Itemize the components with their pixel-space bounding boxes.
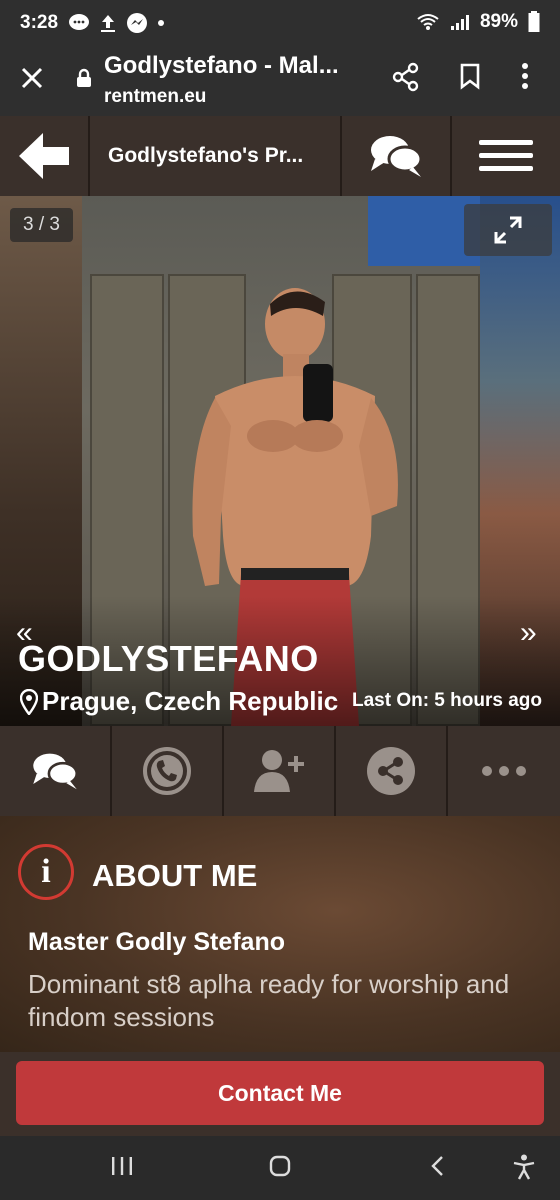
location-text: Prague, Czech Republic [42, 686, 339, 716]
last-online: Last On: 5 hours ago [351, 690, 542, 711]
upload-icon [101, 15, 115, 32]
hamburger-menu-button[interactable] [452, 116, 560, 196]
about-heading: ABOUT ME [92, 858, 258, 893]
messages-icon [69, 14, 89, 30]
add-friend-action-button[interactable] [224, 726, 336, 816]
close-icon [21, 67, 43, 89]
recent-apps-icon [112, 1157, 132, 1175]
photo-counter: 3 / 3 [10, 208, 73, 242]
more-notifications-dot [158, 20, 164, 26]
share-action-button[interactable] [336, 726, 448, 816]
browser-page-title[interactable]: Godlystefano - Mal... [104, 52, 356, 80]
messenger-icon [127, 13, 147, 33]
messages-button[interactable] [342, 116, 452, 196]
back-nav-button[interactable] [426, 1154, 450, 1183]
map-pin-icon [20, 688, 38, 715]
next-photo-button[interactable]: » [520, 616, 537, 650]
about-me-section: i ABOUT ME Master Godly Stefano Dominant… [0, 816, 560, 1052]
contact-me-button[interactable]: Contact Me [16, 1061, 544, 1125]
expand-icon [494, 216, 522, 244]
accessibility-button[interactable] [512, 1154, 536, 1185]
call-action-button[interactable] [112, 726, 224, 816]
fullscreen-button[interactable] [464, 204, 552, 256]
about-subtitle: Master Godly Stefano [28, 928, 285, 956]
share-icon [367, 747, 415, 795]
message-action-button[interactable] [0, 726, 112, 816]
notification-icons [68, 12, 164, 34]
phone-icon [143, 747, 191, 795]
back-button[interactable] [0, 116, 90, 196]
add-user-icon [254, 750, 304, 792]
chat-bubbles-icon [371, 136, 423, 177]
home-button[interactable] [268, 1154, 292, 1183]
signal-icon [450, 15, 469, 30]
share-icon [392, 62, 419, 92]
back-arrow-icon [19, 133, 69, 179]
wifi-icon [417, 14, 439, 30]
browser-url[interactable]: rentmen.eu [104, 86, 206, 108]
profile-action-bar [0, 726, 560, 816]
home-icon [269, 1155, 291, 1177]
profile-location: Prague, Czech Republic [20, 686, 338, 717]
browser-share-button[interactable] [392, 62, 420, 97]
status-right: 89% [416, 11, 540, 33]
close-tab-button[interactable] [18, 64, 46, 98]
site-header: Godlystefano's Pr... [0, 116, 560, 196]
status-bar: 3:28 89% [0, 0, 560, 46]
recent-apps-button[interactable] [110, 1154, 134, 1183]
screen: 3:28 89% Godlystefano - Mal... rentmen.e… [0, 0, 560, 1200]
bookmark-icon [460, 63, 480, 90]
more-vertical-icon [522, 63, 528, 89]
more-action-button[interactable] [448, 726, 560, 816]
profile-photo-gallery[interactable]: 3 / 3 « » GODLYSTEFANO Prague, Czech Rep… [0, 196, 560, 726]
status-time: 3:28 [20, 12, 59, 33]
more-horizontal-icon [482, 766, 526, 776]
lock-icon[interactable] [76, 68, 92, 88]
profile-name: GODLYSTEFANO [18, 638, 319, 679]
system-navigation-bar [0, 1136, 560, 1200]
chat-bubbles-icon [33, 753, 79, 790]
browser-menu-button[interactable] [520, 62, 530, 95]
profile-page-title: Godlystefano's Pr... [90, 116, 342, 196]
hamburger-icon [479, 140, 533, 171]
info-icon: i [18, 844, 74, 900]
about-description: Dominant st8 aplha ready for worship and… [28, 969, 510, 1032]
chevron-left-icon [431, 1156, 443, 1176]
bookmark-button[interactable] [458, 62, 482, 95]
browser-toolbar: Godlystefano - Mal... rentmen.eu [0, 46, 560, 116]
accessibility-icon [513, 1154, 535, 1180]
battery-icon [528, 11, 540, 32]
contact-bar: Contact Me [0, 1052, 560, 1136]
battery-level: 89% [479, 11, 518, 32]
